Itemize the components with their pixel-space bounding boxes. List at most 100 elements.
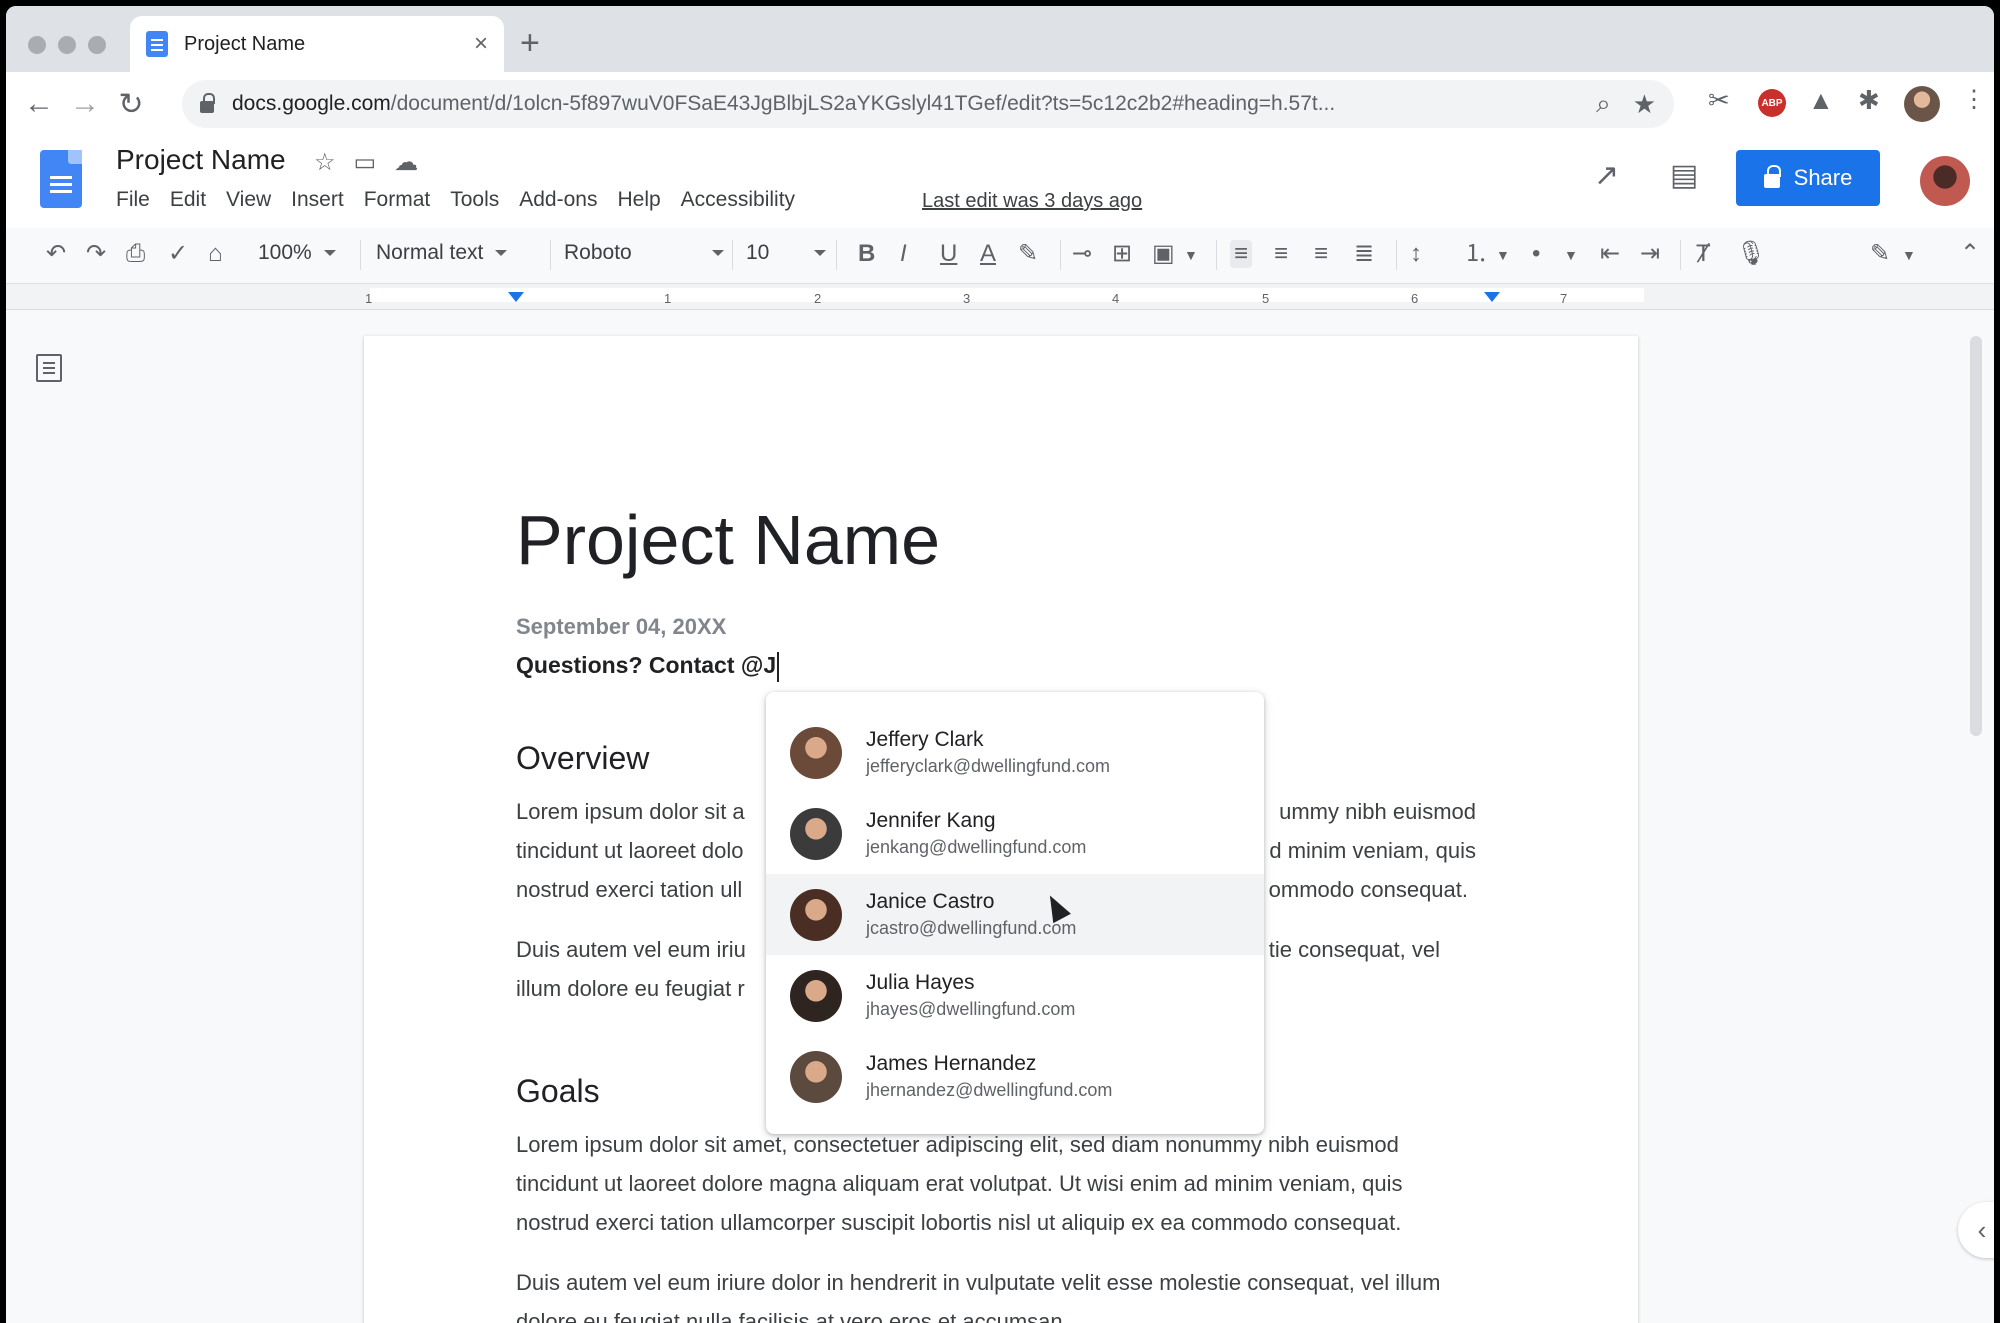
ruler-number: 1 [365,291,373,306]
menu-accessibility[interactable]: Accessibility [681,188,795,212]
font-size-select[interactable]: 10 [746,241,826,265]
close-window-button[interactable] [28,36,46,54]
style-select[interactable]: Normal text [376,241,536,265]
line-spacing-icon[interactable]: ↕ [1410,242,1422,266]
account-avatar[interactable] [1920,156,1970,206]
bookmark-star-icon[interactable]: ★ [1633,89,1656,120]
scissors-icon[interactable]: ✂ [1708,85,1730,116]
microphone-icon[interactable]: 🎙 [1736,242,1766,266]
chevron-down-icon[interactable]: ▼ [1564,248,1578,262]
chevron-down-icon[interactable]: ▼ [1496,248,1510,262]
puzzle-icon[interactable]: ✱ [1858,85,1880,116]
mention-name: Julia Hayes [866,971,975,994]
clear-formatting-icon[interactable]: Ⱦ [1696,242,1711,266]
activity-trend-icon[interactable]: ↗ [1594,158,1619,193]
folder-icon[interactable]: ▭ [354,148,377,177]
ruler-number: 7 [1560,291,1568,306]
menu-file[interactable]: File [116,188,150,212]
menu-view[interactable]: View [226,188,271,212]
tab-close-icon[interactable]: × [474,30,488,58]
zoom-icon[interactable]: ⌕ [1596,88,1611,120]
align-right-icon[interactable]: ≡ [1314,242,1328,266]
italic-icon[interactable]: I [900,242,907,266]
document-outline-icon[interactable] [36,354,62,382]
menu-edit[interactable]: Edit [170,188,206,212]
docs-logo-icon[interactable] [40,150,82,208]
menu-help[interactable]: Help [617,188,660,212]
menu-format[interactable]: Format [364,188,431,212]
address-bar[interactable]: docs.google.com/document/d/1olcn-5f897wu… [182,80,1674,128]
browser-window: Project Name × + ← → ↻ docs.google.com/d… [6,6,1994,1323]
menu-insert[interactable]: Insert [291,188,344,212]
link-icon[interactable]: ⊸ [1072,242,1092,266]
lock-icon[interactable] [200,93,215,113]
browser-tab[interactable]: Project Name × [130,16,504,72]
align-left-icon[interactable]: ≡ [1230,240,1253,268]
ruler: 1 1 2 3 4 5 6 7 [6,284,1994,310]
undo-icon[interactable]: ↶ [46,242,66,266]
chevron-down-icon[interactable]: ▼ [1184,248,1198,262]
add-comment-icon[interactable]: ⊞ [1112,242,1132,266]
menu-tools[interactable]: Tools [450,188,499,212]
editing-mode-icon[interactable]: ✎ [1870,242,1890,266]
browser-menu-icon[interactable]: ⋮ [1962,85,1986,114]
insert-image-icon[interactable]: ▣ [1152,242,1175,266]
text-line: ommodo consequat. [1268,877,1468,902]
bulleted-list-icon[interactable]: • [1532,242,1540,266]
last-edit-link[interactable]: Last edit was 3 days ago [922,190,1142,213]
forward-icon[interactable]: → [62,87,108,121]
chevron-down-icon [814,250,826,256]
document-title[interactable]: Project Name [116,144,286,176]
maximize-window-button[interactable] [88,36,106,54]
adblock-icon[interactable]: ABP [1758,89,1786,117]
document-heading: Project Name [516,501,941,579]
toolbar-divider [1060,240,1061,270]
mention-option[interactable]: Janice Castro jcastro@dwellingfund.com [766,874,1264,955]
new-tab-button[interactable]: + [520,26,540,60]
increase-indent-icon[interactable]: ⇥ [1640,242,1660,266]
align-justify-icon[interactable]: ≣ [1354,242,1374,266]
back-icon[interactable]: ← [16,87,62,121]
url-text[interactable]: docs.google.com/document/d/1olcn-5f897wu… [232,92,1574,116]
contact-line[interactable]: Questions? Contact @J [516,652,780,682]
share-button[interactable]: Share [1736,150,1880,206]
decrease-indent-icon[interactable]: ⇤ [1600,242,1620,266]
font-value: Roboto [564,241,632,264]
left-indent-marker[interactable] [508,292,524,302]
drive-icon[interactable]: ▲ [1808,85,1834,116]
mention-option[interactable]: Jennifer Kang jenkang@dwellingfund.com [766,793,1264,874]
chevron-down-icon[interactable]: ▼ [1902,248,1916,262]
collapse-menus-icon[interactable]: ⌃ [1960,242,1980,266]
redo-icon[interactable]: ↷ [86,242,106,266]
cloud-saved-icon[interactable]: ☁ [394,148,418,177]
browser-profile-avatar[interactable] [1904,86,1940,122]
ruler-page-area [370,288,1644,302]
print-icon[interactable]: ⎙ [126,242,145,266]
underline-icon[interactable]: U [940,242,957,266]
numbered-list-icon[interactable]: ⒈ [1464,242,1488,266]
zoom-select[interactable]: 100% [258,241,336,265]
menu-add-ons[interactable]: Add-ons [519,188,597,212]
bold-icon[interactable]: B [858,242,875,266]
text-line: ummy nibh euismod [1279,799,1476,824]
scrollbar-thumb[interactable] [1970,336,1982,736]
star-icon[interactable]: ☆ [314,148,336,177]
align-center-icon[interactable]: ≡ [1274,242,1288,266]
ruler-number: 1 [664,291,672,306]
right-indent-marker[interactable] [1484,292,1500,302]
comments-icon[interactable]: ▤ [1670,158,1698,193]
highlight-icon[interactable]: ✎ [1018,242,1038,266]
tab-strip: Project Name × + [6,6,1994,72]
mention-option[interactable]: Jeffery Clark jefferyclark@dwellingfund.c… [766,712,1264,793]
mention-option[interactable]: James Hernandez jhernandez@dwellingfund.c… [766,1036,1264,1117]
contact-text: Questions? Contact @J [516,652,777,679]
mention-option[interactable]: Julia Hayes jhayes@dwellingfund.com [766,955,1264,1036]
text-color-icon[interactable]: A [980,242,996,266]
minimize-window-button[interactable] [58,36,76,54]
spellcheck-icon[interactable]: ✓ [168,242,188,266]
paint-format-icon[interactable]: ⌂ [208,242,223,266]
reload-icon[interactable]: ↻ [108,87,154,122]
tab-title: Project Name [184,32,306,55]
side-panel-toggle-icon[interactable]: ‹ [1958,1202,1994,1258]
font-select[interactable]: Roboto [564,241,724,265]
